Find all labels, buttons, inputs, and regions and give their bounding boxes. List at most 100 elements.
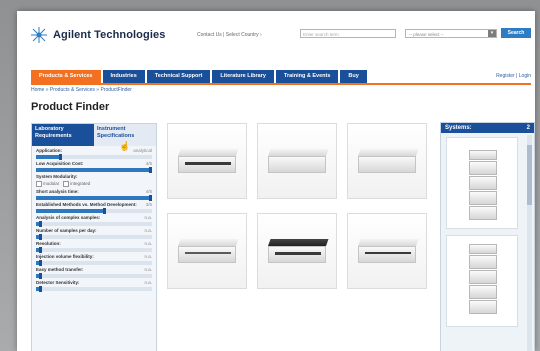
hand-cursor-icon: ☝ [119,141,131,151]
system-card[interactable] [446,235,518,327]
slider-handle[interactable] [38,273,42,279]
slider-handle[interactable] [102,208,106,214]
criterion-slider[interactable] [36,260,152,266]
product-card[interactable] [257,213,337,289]
criterion-value: n.a. [144,280,152,285]
criterion-row: Injection volume flexibility: n.a. [36,254,152,260]
scrollbar-thumb[interactable] [527,145,532,205]
criteria-list: Application: analytical Low Acquisition Co… [32,146,156,292]
product-card[interactable] [257,123,337,199]
criterion-slider[interactable] [36,208,152,214]
criterion-label: Detector Sensitivity: [36,280,80,285]
product-card[interactable] [167,123,247,199]
criterion-item: Short analysis time: 4/5 [32,187,156,201]
criterion-slider[interactable] [36,286,152,292]
top-links[interactable]: Contact Us | Select Country › [197,32,262,38]
tab-industries[interactable]: Industries [102,70,145,83]
slider-handle[interactable] [149,167,152,173]
systems-title: Systems: [445,125,472,131]
criterion-item: Application: analytical [32,146,156,160]
slider-handle[interactable] [38,221,42,227]
criterion-value: n.a. [144,228,152,233]
option-checkbox[interactable]: integrated [63,181,90,187]
slider-handle[interactable] [149,195,152,201]
criterion-row: Resolution: n.a. [36,241,152,247]
criterion-item: Low Acquisition Cost: 4/5 [32,159,156,173]
criterion-label: Short analysis time: [36,189,79,194]
instrument-image [358,239,419,263]
instrument-image [268,149,329,173]
checkbox-icon[interactable] [63,181,70,187]
search-button[interactable]: Search [501,28,531,38]
criterion-label: Low Acquisition Cost: [36,161,84,166]
criterion-slider[interactable] [36,195,152,201]
product-card[interactable] [347,123,427,199]
country-select[interactable]: -- please select -- ▾ [405,29,497,38]
criterion-slider[interactable] [36,154,152,160]
country-select-value: -- please select -- [409,32,444,37]
criterion-row: System Modularity: [36,174,152,180]
criterion-row: Easy method transfer: n.a. [36,267,152,273]
slider-fill [36,168,152,172]
criterion-row: Detector Sensitivity: n.a. [36,280,152,286]
criterion-row: Established Methods vs. Method Developme… [36,202,152,208]
breadcrumb[interactable]: Home » Products & Services » ProductFind… [31,87,132,93]
search-input[interactable]: Enter search term [300,29,396,38]
criterion-slider[interactable] [36,221,152,227]
tab-literature-library[interactable]: Literature Library [212,70,274,83]
slider-fill [36,209,106,213]
slider-handle[interactable] [38,247,42,253]
checkbox-icon[interactable] [36,181,42,187]
system-card[interactable] [446,137,518,229]
tab-training-events[interactable]: Training & Events [275,70,339,83]
criterion-label: System Modularity: [36,174,78,179]
criterion-row: Low Acquisition Cost: 4/5 [36,161,152,167]
systems-header: Systems: 2 [441,123,534,133]
chevron-down-icon[interactable]: ▾ [488,30,496,37]
criterion-label: Easy method transfer: [36,267,84,272]
tab-products-services[interactable]: Products & Services [31,70,101,83]
systems-count: 2 [526,125,530,131]
criterion-label: Established Methods vs. Method Developme… [36,202,137,207]
criterion-row: Analysis of complex samples: n.a. [36,215,152,221]
option-checkbox[interactable]: modular [36,181,59,187]
criterion-value: 3/5 [145,202,152,207]
criterion-item: Easy method transfer: n.a. [32,265,156,279]
slider-handle[interactable] [38,260,42,266]
criterion-value: n.a. [144,241,152,246]
criterion-item: System Modularity: modular integrated [32,172,156,187]
product-card[interactable] [347,213,427,289]
page-title: Product Finder [31,101,110,113]
instrument-image [178,149,239,173]
agilent-logo[interactable]: Agilent Technologies [31,27,165,43]
criterion-item: Resolution: n.a. [32,239,156,253]
criterion-slider[interactable] [36,167,152,173]
criterion-row: Application: analytical [36,148,152,154]
slider-handle[interactable] [38,234,42,240]
slider-handle[interactable] [38,286,42,292]
criterion-item: Number of samples per day: n.a. [32,226,156,240]
product-card[interactable] [167,213,247,289]
slider-handle[interactable] [58,154,62,160]
criterion-slider[interactable] [36,273,152,279]
tab-laboratory-requirements[interactable]: Laboratory Requirements [32,124,94,146]
systems-scrollbar[interactable] [527,135,532,351]
criterion-item: Injection volume flexibility: n.a. [32,252,156,266]
tab-technical-support[interactable]: Technical Support [146,70,211,83]
instrument-image [358,149,419,173]
slider-fill [36,196,152,200]
criterion-slider[interactable] [36,247,152,253]
criterion-slider[interactable] [36,234,152,240]
filter-tabs: Laboratory Requirements Instrument Speci… [32,124,156,146]
register-login-link[interactable]: Register | Login [496,73,531,79]
nav-underline [31,83,531,85]
criterion-row: Number of samples per day: n.a. [36,228,152,234]
lc-system-image [469,150,497,222]
criterion-value: n.a. [144,215,152,220]
tab-buy[interactable]: Buy [340,70,367,83]
option-label: integrated [70,181,91,187]
criterion-item: Analysis of complex samples: n.a. [32,213,156,227]
criterion-item: Established Methods vs. Method Developme… [32,200,156,214]
criterion-label: Number of samples per day: [36,228,97,233]
brand-name: Agilent Technologies [53,29,166,41]
